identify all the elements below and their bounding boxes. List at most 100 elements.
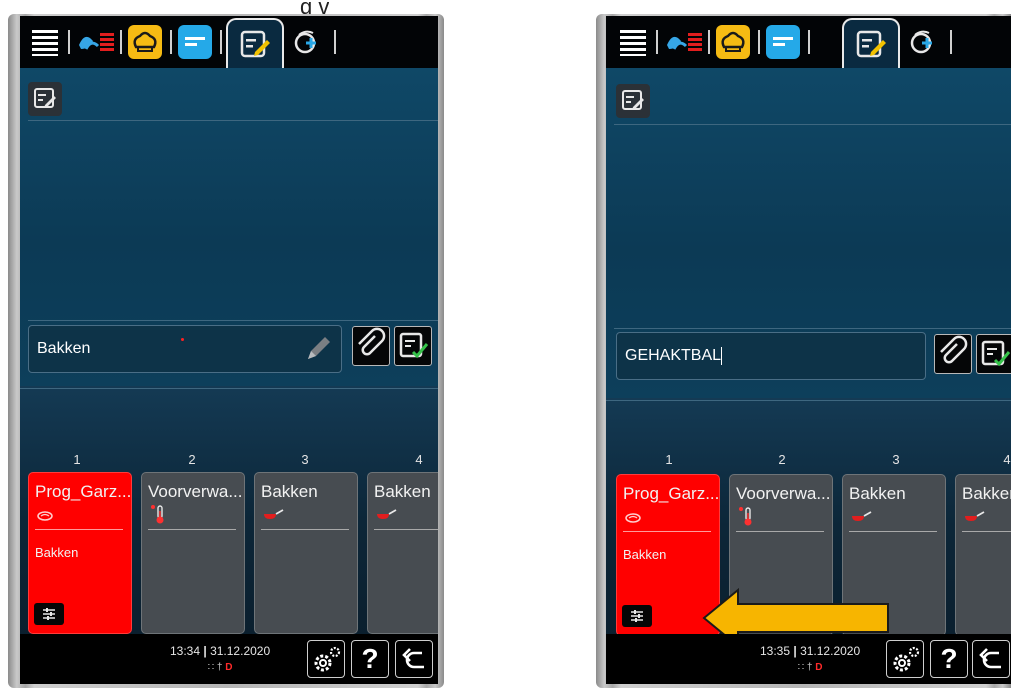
pencil-icon[interactable] bbox=[303, 334, 333, 364]
program-info-area: GEHAKTBAL bbox=[606, 68, 1011, 398]
menu-list-icon[interactable] bbox=[28, 25, 62, 59]
attach-button[interactable] bbox=[352, 326, 390, 366]
usb-icon: † bbox=[216, 662, 223, 673]
step-number: 2 bbox=[778, 452, 786, 467]
step-numbers: 1 2 3 4 bbox=[20, 452, 438, 468]
program-note-button[interactable] bbox=[28, 82, 62, 116]
status-footer: 13:34 | 31.12.2020 ∷ † D ? bbox=[20, 634, 438, 684]
clock-date: 31.12.2020 bbox=[800, 644, 861, 658]
step-card-1[interactable]: Prog_Garz... Bakken bbox=[28, 472, 132, 634]
paperclip-icon bbox=[940, 335, 968, 364]
step-card-3[interactable]: Bakken bbox=[254, 472, 358, 634]
step-title: Voorverwa... bbox=[736, 484, 831, 503]
step-title: Prog_Garz... bbox=[35, 482, 132, 501]
divider bbox=[614, 124, 1011, 125]
back-arrow-icon bbox=[402, 648, 424, 669]
connected-cooking-icon[interactable] bbox=[290, 25, 324, 59]
tab-separator bbox=[220, 30, 222, 54]
frying-pan-icon bbox=[377, 509, 397, 519]
steps-area: 1 2 3 4 Prog_Garz... Bakken Voorverwa... bbox=[606, 398, 1011, 684]
food-tray-icon bbox=[37, 511, 53, 521]
step-numbers: 1 2 3 4 bbox=[606, 452, 1011, 468]
tab-programming-active[interactable] bbox=[842, 18, 900, 70]
clock: 13:35 | 31.12.2020 ∷ † D bbox=[760, 644, 860, 673]
help-button[interactable]: ? bbox=[351, 640, 389, 678]
back-button[interactable] bbox=[395, 640, 433, 678]
step-name-input[interactable]: Bakken bbox=[28, 325, 342, 373]
step-title: Bakken bbox=[962, 484, 1011, 503]
demo-mode-icon: D bbox=[815, 662, 823, 673]
tab-separator bbox=[758, 30, 760, 54]
step-card-4[interactable]: Bakken bbox=[367, 472, 438, 634]
step-settings-button[interactable] bbox=[34, 603, 64, 625]
clock-time: 13:35 bbox=[760, 644, 791, 658]
step-card-2[interactable]: Voorverwa... bbox=[141, 472, 245, 634]
tab-separator bbox=[334, 30, 336, 54]
step-name-input[interactable]: GEHAKTBAL bbox=[616, 332, 926, 380]
back-button[interactable] bbox=[972, 640, 1010, 678]
tab-programming-active[interactable] bbox=[226, 18, 284, 70]
thermometer-icon bbox=[151, 505, 164, 524]
program-info-area: Bakken bbox=[20, 68, 438, 386]
settings-button[interactable] bbox=[886, 640, 924, 678]
tab-separator bbox=[808, 30, 810, 54]
food-tray-icon bbox=[625, 513, 641, 523]
step-number: 1 bbox=[73, 452, 81, 467]
frying-pan-icon bbox=[264, 509, 284, 519]
clock: 13:34 | 31.12.2020 ∷ † D bbox=[170, 644, 270, 673]
network-icon: ∷ bbox=[207, 662, 215, 673]
divider bbox=[606, 400, 1011, 401]
step-number: 2 bbox=[188, 452, 196, 467]
back-arrow-icon bbox=[979, 648, 1001, 669]
menu-list-icon[interactable] bbox=[616, 25, 650, 59]
settings-button[interactable] bbox=[307, 640, 345, 678]
intelligent-cooking-icon[interactable] bbox=[76, 25, 114, 59]
chef-hat-icon[interactable] bbox=[128, 25, 162, 59]
programs-list-icon[interactable] bbox=[178, 25, 212, 59]
edit-note-icon bbox=[856, 30, 886, 58]
card-divider bbox=[736, 531, 824, 532]
step-subtitle: Bakken bbox=[623, 547, 667, 562]
step-title: Prog_Garz... bbox=[623, 484, 720, 503]
step-card-4[interactable]: Bakken bbox=[955, 474, 1011, 636]
help-button[interactable]: ? bbox=[930, 640, 968, 678]
demo-mode-icon: D bbox=[225, 662, 233, 673]
step-name-value: Bakken bbox=[37, 340, 91, 357]
divider bbox=[614, 328, 1011, 329]
tab-separator bbox=[120, 30, 122, 54]
connected-cooking-icon[interactable] bbox=[906, 25, 940, 59]
attach-button[interactable] bbox=[934, 334, 972, 374]
steps-area: 1 2 3 4 Prog_Garz... Bakken Voorverwa... bbox=[20, 386, 438, 684]
divider bbox=[20, 388, 438, 389]
save-step-button[interactable] bbox=[976, 334, 1011, 374]
frying-pan-icon bbox=[852, 511, 872, 521]
note-edit-icon bbox=[622, 90, 644, 110]
tab-separator bbox=[950, 30, 952, 54]
settings-gears-icon bbox=[314, 646, 341, 672]
step-number: 3 bbox=[301, 452, 309, 467]
top-tab-bar bbox=[606, 16, 1011, 70]
card-divider bbox=[261, 529, 349, 530]
step-settings-button[interactable] bbox=[622, 605, 652, 627]
chef-hat-icon[interactable] bbox=[716, 25, 750, 59]
tab-separator bbox=[68, 30, 70, 54]
intelligent-cooking-icon[interactable] bbox=[664, 25, 702, 59]
screen-right: GEHAKTBAL 1 2 3 4 Prog_Garz... Bakken Vo… bbox=[606, 16, 1011, 684]
note-check-icon bbox=[399, 332, 429, 359]
tab-separator bbox=[708, 30, 710, 54]
status-footer: 13:35 | 31.12.2020 ∷ † D ? bbox=[606, 634, 1011, 684]
save-step-button[interactable] bbox=[394, 326, 432, 366]
divider bbox=[28, 320, 438, 321]
programs-list-icon[interactable] bbox=[766, 25, 800, 59]
sliders-icon bbox=[43, 608, 55, 620]
note-check-icon bbox=[981, 340, 1011, 367]
step-number: 4 bbox=[1003, 452, 1011, 467]
card-divider bbox=[35, 529, 123, 530]
help-icon: ? bbox=[940, 643, 958, 674]
steps-row: Prog_Garz... Bakken Voorverwa... Bakken bbox=[616, 474, 1011, 648]
paperclip-icon bbox=[358, 327, 386, 356]
frying-pan-icon bbox=[965, 511, 985, 521]
clock-separator: | bbox=[203, 644, 207, 658]
usb-icon: † bbox=[806, 662, 813, 673]
program-note-button[interactable] bbox=[616, 84, 650, 118]
